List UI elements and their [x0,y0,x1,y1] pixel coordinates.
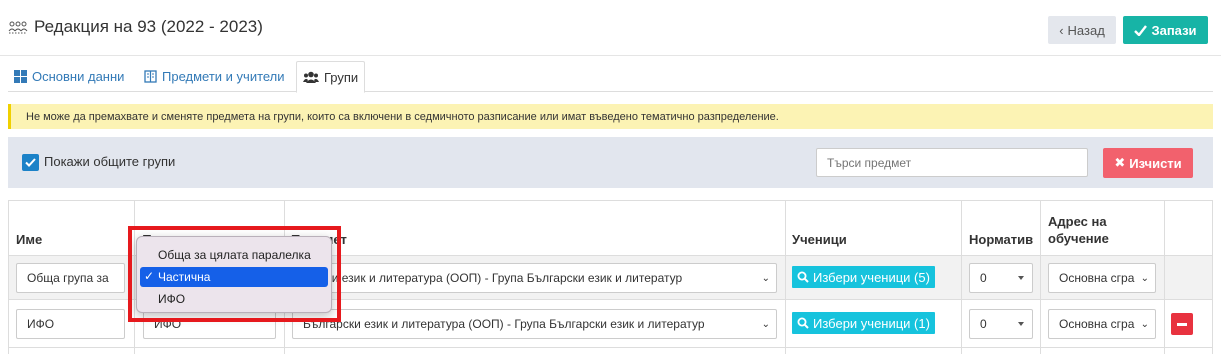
clear-button-label: Изчисти [1129,155,1182,171]
column-header-address-line1: Адрес на [1048,214,1107,229]
caret-down-icon [1018,322,1024,326]
show-common-groups-checkbox[interactable] [22,154,39,171]
page-title: Редакция на 93 (2022 - 2023) [8,17,263,37]
back-button[interactable]: ‹ Назад [1048,16,1116,44]
users-outline-icon [8,21,28,34]
norm-select-value: 0 [980,271,987,285]
column-divider [785,201,786,354]
highlight-box [128,226,341,322]
table-border [8,201,9,354]
save-button-label: Запази [1151,22,1197,38]
search-icon [797,271,809,283]
select-students-button[interactable]: Избери ученици (5) [792,266,935,288]
show-common-groups-label[interactable]: Покажи общите групи [44,154,175,169]
row-divider [8,347,1213,348]
page-header: Редакция на 93 (2022 - 2023) ‹ Назад Зап… [0,0,1221,56]
users-icon [303,71,319,83]
tab-basic-data[interactable]: Основни данни [8,61,130,92]
chevron-down-icon: ⌄ [758,319,770,330]
subject-select-value: Български език и литература (ООП) - Груп… [303,317,705,331]
column-header-address: Адрес на обучение [1048,201,1109,255]
column-divider [1040,201,1041,354]
tab-subjects-teachers[interactable]: Предмети и учители [138,61,291,92]
tab-groups[interactable]: Групи [296,61,366,93]
norm-select[interactable]: 0 [969,309,1033,339]
subject-search-input[interactable] [816,148,1088,177]
chevron-down-icon: ⌄ [758,273,770,284]
group-name-input[interactable]: Обща група за [16,263,125,293]
subject-select[interactable]: гарски език и литература (ООП) - Група Б… [292,263,777,293]
column-header-name: Име [16,232,43,247]
table-border [1212,201,1213,354]
save-button[interactable]: Запази [1123,16,1208,44]
filter-bar: Покажи общите групи ✖ Изчисти [8,137,1213,188]
check-icon [1134,24,1148,36]
address-select-value: Основна сгра [1059,317,1135,331]
norm-select[interactable]: 0 [969,263,1033,293]
remove-row-button[interactable] [1171,313,1193,335]
select-students-label: Избери ученици (1) [813,315,930,331]
address-select[interactable]: Основна сгра ⌄ [1048,309,1156,339]
subject-select[interactable]: Български език и литература (ООП) - Груп… [292,309,777,339]
page-title-text: Редакция на 93 (2022 - 2023) [34,17,263,36]
clear-button[interactable]: ✖ Изчисти [1103,148,1193,178]
chevron-down-icon: ⌄ [1137,273,1149,284]
address-select[interactable]: Основна сгра ⌄ [1048,263,1156,293]
search-icon [797,317,809,329]
checkmark-icon [25,158,36,167]
book-icon [144,70,157,83]
chevron-down-icon: ⌄ [1137,319,1149,330]
caret-down-icon [1018,276,1024,280]
minus-icon [1177,322,1187,326]
tab-label: Основни данни [32,69,125,84]
grid-icon [14,70,27,83]
select-students-button[interactable]: Избери ученици (1) [792,312,935,334]
warning-alert: Не може да премахвате и сменяте предмета… [8,104,1213,129]
back-button-label: Назад [1067,22,1105,38]
column-header-students: Ученици [792,232,847,247]
chevron-left-icon: ‹ [1059,22,1064,38]
subject-select-value: гарски език и литература (ООП) - Група Б… [303,271,683,285]
tab-label: Групи [324,69,359,85]
column-header-norm: Норматив [969,232,1034,247]
column-header-address-line2: обучение [1048,231,1109,246]
norm-select-value: 0 [980,317,987,331]
column-divider [1164,201,1165,354]
tab-bar: Основни данни Предмети и учители Групи [8,61,1213,93]
tab-label: Предмети и учители [162,69,285,84]
address-select-value: Основна сгра [1059,271,1135,285]
alert-text: Не може да премахвате и сменяте предмета… [26,110,779,123]
group-name-input[interactable]: ИФО [16,309,125,339]
close-icon: ✖ [1114,155,1126,170]
select-students-label: Избери ученици (5) [813,269,930,285]
column-divider [961,201,962,354]
